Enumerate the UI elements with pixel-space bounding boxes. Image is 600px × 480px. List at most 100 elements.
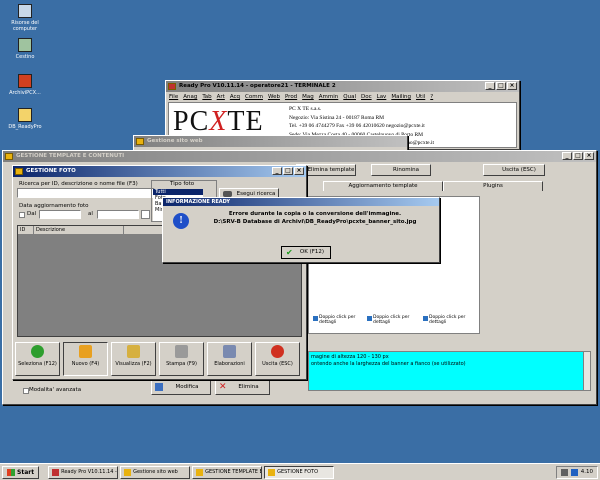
date-to-input[interactable] <box>97 210 139 219</box>
toolbar-button-3[interactable]: Stampa (F9) <box>159 342 204 376</box>
search-label: Ricerca per ID, descrizione o nome file … <box>19 181 138 187</box>
dialog-titlebar[interactable]: INFORMAZIONE READY <box>163 198 439 206</box>
thumbnail-caption: Doppio click per dettagli <box>429 315 466 325</box>
toolbar-button-2[interactable]: Visualizza (F2) <box>111 342 156 376</box>
toolbar-button-4[interactable]: Elaborazioni <box>207 342 252 376</box>
taskbar-item[interactable]: GESTIONE FOTO <box>264 465 335 479</box>
thumbnail-caption: Doppio click per dettagli <box>319 315 356 325</box>
check-icon: ✔ <box>286 248 293 257</box>
close-button[interactable]: × <box>294 167 304 175</box>
windows-logo-icon <box>7 468 15 476</box>
company-line: Negozio: Via Sistina 24 - 00187 Roma RM <box>289 114 385 121</box>
minimize-button[interactable]: _ <box>485 82 495 90</box>
menu-item[interactable]: Qual <box>343 93 356 100</box>
close-button[interactable]: × <box>507 82 517 90</box>
desktop-icon-label: ArchiviPCX... <box>9 90 41 96</box>
toolbar-button-label: Seleziona (F12) <box>18 361 57 367</box>
menu-bar: File Anag Tab Art Acq Comm Web Prod Mag Ammin Qual… <box>166 92 519 101</box>
app-icon <box>268 468 276 476</box>
uscita-template-button[interactable]: Uscita (ESC) <box>483 164 545 176</box>
menu-item[interactable]: Lav <box>377 93 387 100</box>
exit-icon <box>271 345 284 358</box>
printer-icon <box>175 345 188 358</box>
desktop-icon-label: Risorse del computer <box>11 20 39 32</box>
desktop-icon-computer[interactable]: Risorse del computer <box>2 4 48 32</box>
modalita-avanzata-label: Modalita' avanzata <box>29 387 82 393</box>
start-button[interactable]: Start <box>2 465 40 479</box>
column-id-header[interactable]: ID <box>18 226 34 234</box>
minimize-button[interactable]: _ <box>272 167 282 175</box>
task-list: Ready Pro V10.11.14 - o... Gestione sito … <box>48 465 335 479</box>
dal-label: Dal <box>27 211 37 217</box>
gestione-sito-titlebar[interactable]: Gestione sito web <box>134 136 407 147</box>
desktop-icon-archivi[interactable]: ArchiviPCX... <box>2 74 48 96</box>
thumbnail-item[interactable]: Doppio click per dettagli <box>423 315 471 325</box>
thumbnail-caption: Doppio click per dettagli <box>373 315 410 325</box>
menu-item[interactable]: Tab <box>202 93 211 100</box>
desktop-icon-recycle[interactable]: Cestino <box>2 38 48 60</box>
clock[interactable]: 4.10 <box>581 469 593 475</box>
network-icon[interactable] <box>570 468 578 476</box>
tipo-foto-label: Tipo foto <box>170 181 195 187</box>
desktop-icon-dbready[interactable]: DB_ReadyPro <box>2 108 48 130</box>
dal-checkbox[interactable] <box>19 212 25 218</box>
ok-button[interactable]: ✔ OK (F12) <box>281 246 331 259</box>
template-titlebar[interactable]: GESTIONE TEMPLATE E CONTENUTI _ □ × <box>3 151 596 162</box>
toolbar-button-1[interactable]: Nuovo (F4) <box>63 342 108 376</box>
template-tabs: Aggiornamento template Plugins <box>323 181 591 193</box>
menu-item[interactable]: Mag <box>302 93 314 100</box>
column-descrizione-header[interactable]: Descrizione <box>34 226 124 234</box>
modifica-button[interactable]: Modifica <box>151 379 211 395</box>
tab-plugins[interactable]: Plugins <box>443 181 543 191</box>
toolbar-button-label: Nuovo (F4) <box>71 361 100 367</box>
foto-titlebar[interactable]: GESTIONE FOTO _ □ × <box>13 166 306 177</box>
menu-item[interactable]: File <box>169 93 178 100</box>
menu-item[interactable]: ? <box>430 93 433 100</box>
view-grid-icon <box>127 345 140 358</box>
menu-item[interactable]: Acq <box>230 93 240 100</box>
info-dialog[interactable]: INFORMAZIONE READY ! Errore durante la c… <box>162 197 440 263</box>
speaker-icon[interactable] <box>560 468 568 476</box>
thumbnail-icon <box>367 316 372 321</box>
taskbar-item[interactable]: GESTIONE TEMPLATE E... <box>192 465 263 479</box>
thumbnail-item[interactable]: Doppio click per dettagli <box>313 315 361 325</box>
toolbar-button-5[interactable]: Uscita (ESC) <box>255 342 300 376</box>
menu-item[interactable]: Prod <box>285 93 297 100</box>
ready-pro-titlebar[interactable]: Ready Pro V10.11.14 - operatore21 - TERM… <box>166 81 519 92</box>
date-from-input[interactable] <box>39 210 81 219</box>
close-button[interactable]: × <box>584 152 594 160</box>
toolbar-button-label: Uscita (ESC) <box>262 361 293 367</box>
elimina-button[interactable]: ✕ Elimina <box>215 379 270 395</box>
taskbar-item-label: Ready Pro V10.11.14 - o... <box>61 468 117 475</box>
foto-toolbar: Seleziona (F12) Nuovo (F4) Visualizza (F2)… <box>15 342 303 378</box>
menu-item[interactable]: Doc <box>361 93 372 100</box>
search-input[interactable] <box>17 188 155 198</box>
menu-item[interactable]: Ammin <box>319 93 339 100</box>
thumbnail-item[interactable]: Doppio click per dettagli <box>367 315 415 325</box>
menu-item[interactable]: Util <box>416 93 425 100</box>
taskbar-item[interactable]: Ready Pro V10.11.14 - o... <box>48 465 119 479</box>
rinomina-button[interactable]: Rinomina <box>371 164 431 176</box>
menu-item[interactable]: Art <box>217 93 225 100</box>
message-line: Errore durante la copia o la conversione… <box>228 211 402 217</box>
maximize-button[interactable]: □ <box>283 167 293 175</box>
menu-item[interactable]: Web <box>268 93 280 100</box>
toolbar-button-0[interactable]: Seleziona (F12) <box>15 342 60 376</box>
documents-icon <box>223 345 236 358</box>
menu-item[interactable]: Mailing <box>391 93 411 100</box>
info-line: magine di altezza 120 - 130 px <box>311 354 389 360</box>
minimize-button[interactable]: _ <box>562 152 572 160</box>
maximize-button[interactable]: □ <box>573 152 583 160</box>
calendar-button[interactable] <box>141 210 150 219</box>
menu-item[interactable]: Comm <box>245 93 263 100</box>
menu-item[interactable]: Anag <box>183 93 197 100</box>
check-icon <box>31 345 44 358</box>
new-grid-icon <box>79 345 92 358</box>
taskbar-item-label: GESTIONE FOTO <box>277 468 319 475</box>
taskbar-item[interactable]: Gestione sito web <box>120 465 191 479</box>
maximize-button[interactable]: □ <box>496 82 506 90</box>
info-scrollbar[interactable] <box>583 351 591 391</box>
tab-aggiornamento-template[interactable]: Aggiornamento template <box>323 181 443 191</box>
button-label: OK (F12) <box>299 249 325 255</box>
dialog-title: INFORMAZIONE READY <box>166 199 231 205</box>
